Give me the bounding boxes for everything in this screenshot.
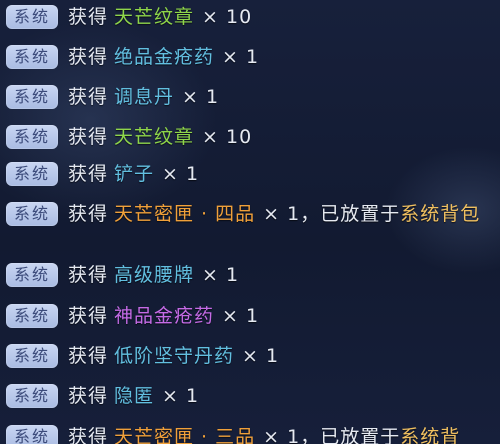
message-row: 系统 获得 神品金疮药 × 1 (6, 303, 500, 329)
item-name[interactable]: 低阶坚守丹药 (114, 345, 234, 367)
obtain-verb: 获得 (68, 305, 109, 327)
system-tag-badge: 系统 (6, 425, 58, 444)
item-quantity: × 1 (202, 264, 240, 286)
message-text: 获得 高级腰牌 × 1 (68, 262, 488, 288)
system-tag-badge: 系统 (6, 125, 58, 149)
item-name[interactable]: 天芒密匣 · 四品 (114, 203, 255, 225)
message-row: 系统 获得 天芒纹章 × 10 (6, 124, 500, 150)
message-text: 获得 神品金疮药 × 1 (68, 303, 488, 329)
item-quantity: × 1 (222, 305, 260, 327)
system-tag-badge: 系统 (6, 304, 58, 328)
message-row: 系统 获得 低阶坚守丹药 × 1 (6, 343, 500, 369)
item-name[interactable]: 天芒纹章 (114, 6, 194, 28)
message-row: 系统 获得 天芒密匣 · 四品 × 1，已放置于系统背包 (6, 201, 500, 227)
obtain-verb: 获得 (68, 264, 109, 286)
message-text: 获得 绝品金疮药 × 1 (68, 44, 488, 70)
message-row: 系统 获得 铲子 × 1 (6, 161, 500, 187)
obtain-verb: 获得 (68, 385, 109, 407)
placement-text: ，已放置于 (300, 203, 401, 225)
message-text: 获得 天芒纹章 × 10 (68, 124, 488, 150)
destination-bag[interactable]: 系统背 (400, 426, 460, 444)
system-message-log[interactable]: 系统 获得 天芒纹章 × 10 系统 获得 绝品金疮药 × 1 系统 获得 调息丹 × 1 系统 获得 天芒… (0, 0, 500, 444)
obtain-verb: 获得 (68, 46, 109, 68)
obtain-verb: 获得 (68, 6, 109, 28)
item-quantity: × 1 (222, 46, 260, 68)
message-row: 系统 获得 高级腰牌 × 1 (6, 262, 500, 288)
item-name[interactable]: 天芒密匣 · 三品 (114, 426, 255, 444)
message-text: 获得 铲子 × 1 (68, 161, 488, 187)
message-row: 系统 获得 天芒纹章 × 10 (6, 4, 500, 30)
destination-bag[interactable]: 系统背包 (400, 203, 480, 225)
item-quantity: × 10 (202, 126, 253, 148)
system-tag-badge: 系统 (6, 5, 58, 29)
item-name[interactable]: 隐匿 (114, 385, 154, 407)
message-text: 获得 调息丹 × 1 (68, 84, 488, 110)
item-name[interactable]: 神品金疮药 (114, 305, 214, 327)
obtain-verb: 获得 (68, 163, 109, 185)
message-row: 系统 获得 调息丹 × 1 (6, 84, 500, 110)
item-name[interactable]: 铲子 (114, 163, 154, 185)
system-tag-badge: 系统 (6, 263, 58, 287)
system-tag-badge: 系统 (6, 85, 58, 109)
placement-text: ，已放置于 (300, 426, 401, 444)
system-tag-badge: 系统 (6, 344, 58, 368)
system-tag-badge: 系统 (6, 384, 58, 408)
item-quantity: × 1 (162, 385, 200, 407)
item-quantity: × 1 (182, 86, 220, 108)
item-quantity: × 1 (242, 345, 280, 367)
item-quantity: × 10 (202, 6, 253, 28)
obtain-verb: 获得 (68, 345, 109, 367)
item-name[interactable]: 高级腰牌 (114, 264, 194, 286)
message-text: 获得 隐匿 × 1 (68, 383, 488, 409)
obtain-verb: 获得 (68, 426, 109, 444)
item-quantity: × 1 (162, 163, 200, 185)
message-text: 获得 天芒纹章 × 10 (68, 4, 488, 30)
system-tag-badge: 系统 (6, 162, 58, 186)
obtain-verb: 获得 (68, 126, 109, 148)
message-row: 系统 获得 绝品金疮药 × 1 (6, 44, 500, 70)
item-quantity: × 1 (263, 203, 301, 225)
system-tag-badge: 系统 (6, 45, 58, 69)
system-tag-badge: 系统 (6, 202, 58, 226)
message-row: 系统 获得 隐匿 × 1 (6, 383, 500, 409)
message-text: 获得 天芒密匣 · 三品 × 1，已放置于系统背 (68, 424, 488, 444)
message-text: 获得 低阶坚守丹药 × 1 (68, 343, 488, 369)
item-quantity: × 1 (263, 426, 301, 444)
item-name[interactable]: 调息丹 (114, 86, 174, 108)
obtain-verb: 获得 (68, 86, 109, 108)
item-name[interactable]: 天芒纹章 (114, 126, 194, 148)
obtain-verb: 获得 (68, 203, 109, 225)
message-row: 系统 获得 天芒密匣 · 三品 × 1，已放置于系统背 (6, 424, 500, 444)
message-text: 获得 天芒密匣 · 四品 × 1，已放置于系统背包 (68, 201, 488, 227)
item-name[interactable]: 绝品金疮药 (114, 46, 214, 68)
